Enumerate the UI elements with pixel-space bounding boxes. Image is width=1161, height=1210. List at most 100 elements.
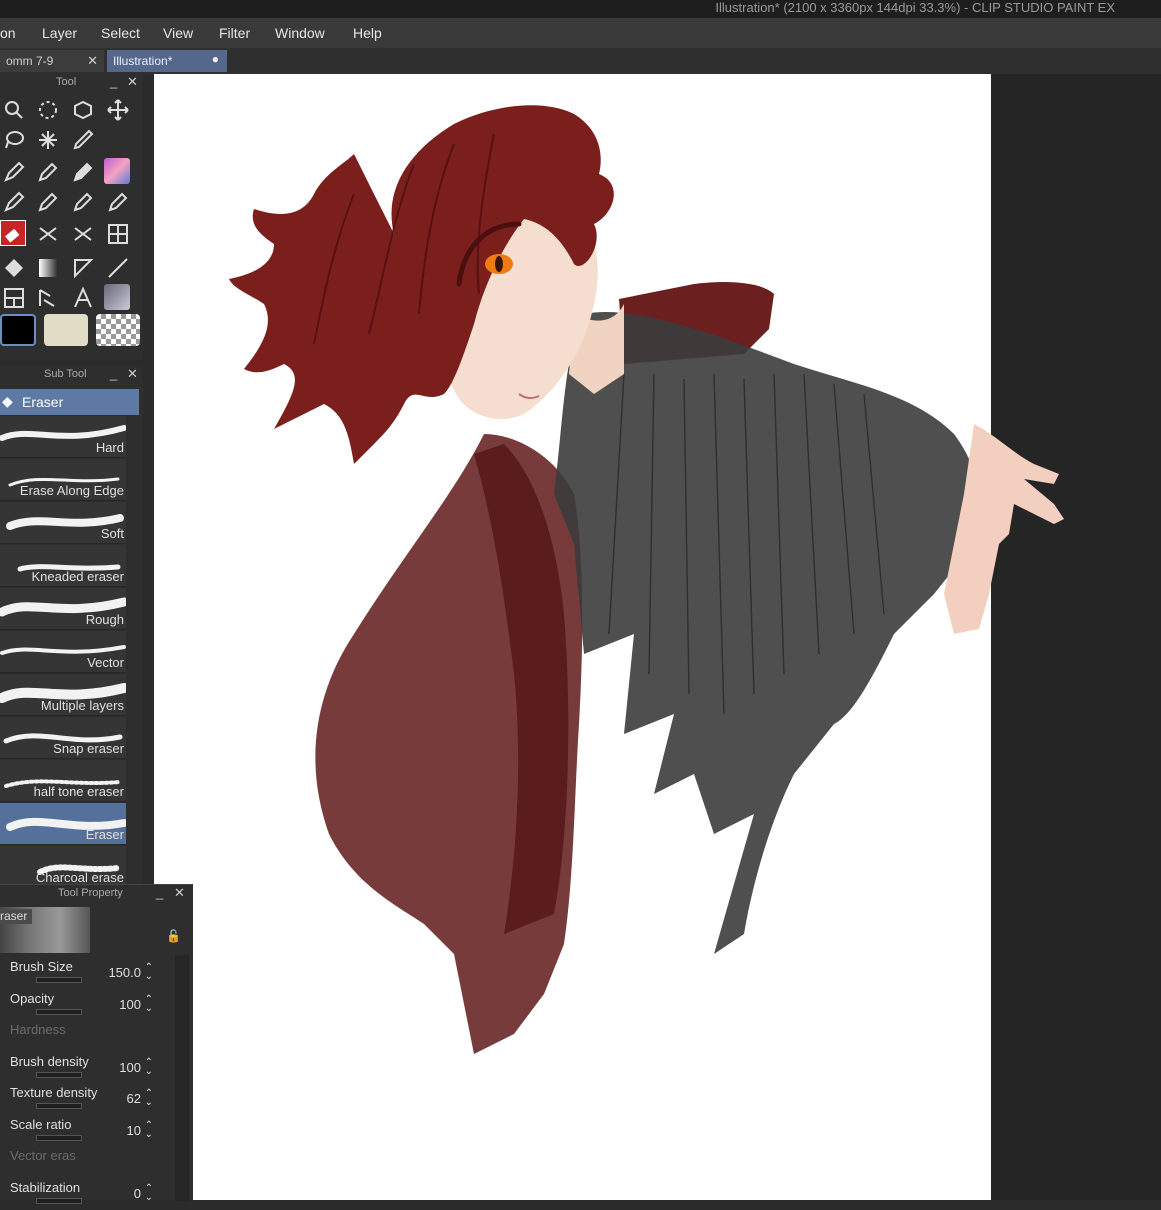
pencil-alt-icon[interactable] xyxy=(34,188,62,216)
brush-item[interactable]: Erase Along Edge xyxy=(0,459,126,501)
brush-item[interactable]: Kneaded eraser xyxy=(0,545,126,587)
property-slider[interactable] xyxy=(36,1008,82,1015)
property-row[interactable]: Brush Size 150.0 ⌃ ⌄ xyxy=(0,957,175,989)
sub-color-swatch[interactable] xyxy=(44,314,88,346)
brush-item[interactable]: Soft xyxy=(0,502,126,544)
property-value[interactable]: 100 xyxy=(119,1060,141,1075)
minimize-icon[interactable]: _ xyxy=(156,885,163,900)
spinner-icon[interactable]: ⌃ ⌄ xyxy=(145,1089,153,1108)
property-row[interactable]: Hardness xyxy=(0,1020,175,1052)
spinner-icon[interactable]: ⌃ ⌄ xyxy=(145,1183,153,1202)
brush-item[interactable]: Vector xyxy=(0,631,126,673)
menu-item-help[interactable]: Help xyxy=(353,25,382,41)
main-color-swatch[interactable] xyxy=(0,314,36,346)
property-row[interactable]: Vector eras xyxy=(0,1146,175,1178)
minimize-icon[interactable]: _ xyxy=(110,74,117,89)
property-slider[interactable] xyxy=(36,1103,82,1109)
tool-panel: Tool _ ✕ xyxy=(0,74,143,360)
property-row[interactable]: Texture density 62 ⌃ ⌄ xyxy=(0,1083,175,1115)
watercolor-icon[interactable] xyxy=(104,188,132,216)
brush-label: Charcoal erase xyxy=(35,870,124,885)
brush-item[interactable]: Hard xyxy=(0,416,126,458)
close-icon[interactable]: ✕ xyxy=(127,366,138,382)
spinner-icon[interactable]: ⌃ ⌄ xyxy=(145,963,153,982)
tab-comm[interactable]: omm 7-9 ✕ xyxy=(0,50,104,72)
eraser-group-icon: ◆ xyxy=(2,393,13,409)
property-value[interactable]: 100 xyxy=(119,997,141,1012)
lasso-select-icon[interactable] xyxy=(0,126,28,154)
airbrush-icon[interactable] xyxy=(69,188,97,216)
brush-item[interactable]: Snap eraser xyxy=(0,717,126,759)
spinner-icon[interactable]: ⌃ ⌄ xyxy=(145,994,153,1013)
property-slider[interactable] xyxy=(36,1197,82,1204)
tool-property-panel: Tool Property _ ✕ raser 🔓 Brush Size 150.… xyxy=(0,884,193,1204)
brush-item[interactable]: Charcoal erase xyxy=(0,846,126,888)
brush-label: Erase Along Edge xyxy=(19,483,124,498)
gradient-icon[interactable] xyxy=(34,254,62,282)
minimize-icon[interactable]: _ xyxy=(110,366,117,381)
pen-icon[interactable] xyxy=(0,158,28,186)
close-icon[interactable]: ✕ xyxy=(174,885,185,901)
eraser-icon[interactable] xyxy=(0,220,26,246)
property-name: Stabilization xyxy=(10,1179,81,1195)
close-icon[interactable]: ✕ xyxy=(127,74,138,90)
pencil-icon[interactable] xyxy=(34,158,62,186)
property-value[interactable]: 0 xyxy=(134,1186,141,1201)
lock-icon[interactable]: 🔓 xyxy=(166,929,181,943)
decoration-icon[interactable] xyxy=(104,158,130,184)
menu-item-window[interactable]: Window xyxy=(275,25,325,41)
brush-item[interactable]: half tone eraser xyxy=(0,760,126,802)
menu-item-on[interactable]: on xyxy=(0,25,16,41)
menu-item-view[interactable]: View xyxy=(163,25,193,41)
property-slider[interactable] xyxy=(36,977,82,983)
operation-icon[interactable] xyxy=(34,284,62,312)
unsaved-dot-icon[interactable]: ● xyxy=(212,52,219,66)
spinner-icon[interactable]: ⌃ ⌄ xyxy=(145,1120,153,1139)
ruler-icon[interactable] xyxy=(69,220,97,248)
magic-wand-icon[interactable] xyxy=(34,126,62,154)
property-slider[interactable] xyxy=(36,1071,82,1078)
frame-icon[interactable] xyxy=(0,284,28,312)
close-icon[interactable]: ✕ xyxy=(87,53,98,69)
scrollbar[interactable] xyxy=(175,955,189,1201)
pen-alt-icon[interactable] xyxy=(0,188,28,216)
line-icon[interactable] xyxy=(104,254,132,282)
panel-title: Tool xyxy=(56,76,77,88)
text-icon[interactable] xyxy=(69,284,97,312)
spinner-icon[interactable]: ⌃ ⌄ xyxy=(145,1057,153,1076)
grid-icon[interactable] xyxy=(104,220,132,248)
figure-icon[interactable] xyxy=(69,254,97,282)
brush-icon[interactable] xyxy=(69,158,97,186)
sub-tool-group-tab[interactable]: ◆ Eraser xyxy=(0,389,139,415)
brush-label: Eraser xyxy=(85,827,124,842)
fill-icon[interactable] xyxy=(0,254,28,282)
lasso-icon[interactable] xyxy=(34,96,62,124)
property-value[interactable]: 10 xyxy=(127,1123,141,1138)
property-row[interactable]: Scale ratio 10 ⌃ ⌄ xyxy=(0,1115,175,1147)
blend-icon[interactable] xyxy=(34,220,62,248)
property-row[interactable]: Stabilization 0 ⌃ ⌄ xyxy=(0,1178,175,1210)
artwork-illustration xyxy=(229,105,1064,1054)
menu-item-select[interactable]: Select xyxy=(101,25,140,41)
tab-illustration[interactable]: Illustration* ● xyxy=(107,50,227,72)
property-slider[interactable] xyxy=(36,1134,82,1141)
transparent-color-swatch[interactable] xyxy=(96,314,140,346)
zoom-icon[interactable] xyxy=(0,96,28,124)
eyedropper-icon[interactable] xyxy=(69,126,97,154)
property-row[interactable]: Brush density 100 ⌃ ⌄ xyxy=(0,1052,175,1084)
property-value[interactable]: 62 xyxy=(127,1091,141,1106)
property-value[interactable]: 150.0 xyxy=(108,965,141,980)
brush-label: Rough xyxy=(85,612,124,627)
object-icon[interactable] xyxy=(69,96,97,124)
panel-title: Tool Property xyxy=(58,887,123,899)
property-row[interactable]: Opacity 100 ⌃ ⌄ xyxy=(0,989,175,1021)
brush-item[interactable]: Multiple layers xyxy=(0,674,126,716)
menu-item-filter[interactable]: Filter xyxy=(219,25,250,41)
brush-label: Soft xyxy=(100,526,124,541)
brush-item[interactable]: Eraser xyxy=(0,803,126,845)
menu-item-layer[interactable]: Layer xyxy=(42,25,77,41)
brush-item[interactable]: Rough xyxy=(0,588,126,630)
3d-icon[interactable] xyxy=(104,284,130,310)
brush-label: half tone eraser xyxy=(33,784,124,799)
move-icon[interactable] xyxy=(104,96,132,124)
